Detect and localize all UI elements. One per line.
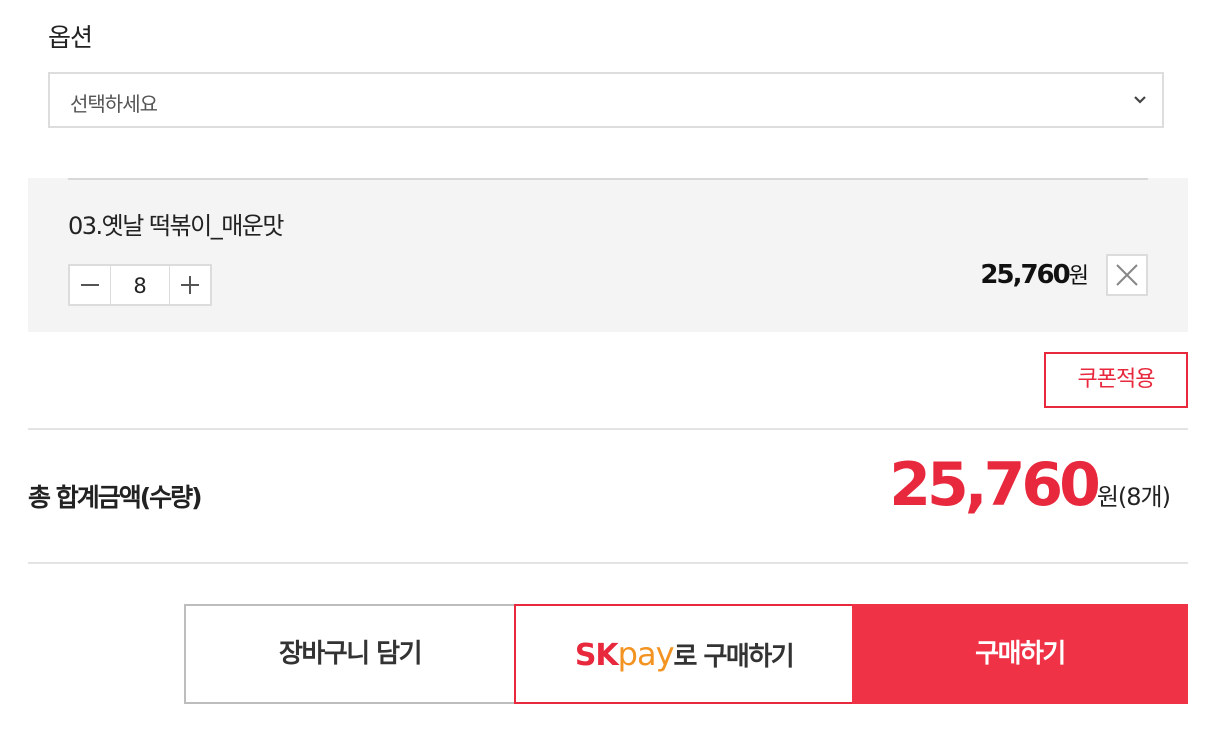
buy-now-button[interactable]: 구매하기	[852, 604, 1188, 704]
option-select[interactable]: 선택하세요	[48, 72, 1164, 128]
remove-item-button[interactable]	[1106, 254, 1148, 296]
add-to-cart-button[interactable]: 장바구니 담기	[184, 604, 516, 704]
quantity-increase-button[interactable]	[169, 266, 210, 304]
selected-item-name: 03.옛날 떡볶이_매운맛	[68, 212, 284, 240]
total-amount-value: 25,760	[889, 450, 1101, 520]
skpay-purchase-button[interactable]: SKpay로 구매하기	[514, 604, 854, 704]
option-select-placeholder: 선택하세요	[70, 92, 158, 116]
quantity-input[interactable]: 8	[111, 266, 169, 304]
total-quantity: (8개)	[1117, 483, 1171, 511]
total-label: 총 합계금액(수량)	[28, 483, 203, 512]
close-icon	[1116, 264, 1138, 286]
total-amount-unit: 원	[1096, 483, 1119, 511]
plus-icon	[181, 276, 199, 294]
selected-item-panel: 03.옛날 떡볶이_매운맛 8 25,760원	[28, 178, 1188, 332]
skpay-button-label: 로 구매하기	[673, 642, 795, 672]
chevron-down-icon	[1134, 96, 1146, 104]
divider	[28, 428, 1188, 430]
apply-coupon-button[interactable]: 쿠폰적용	[1044, 352, 1188, 408]
divider	[68, 178, 1148, 180]
total-amount: 25,760원(8개)	[889, 450, 1171, 520]
item-price: 25,760원	[980, 258, 1089, 290]
minus-icon	[81, 284, 99, 286]
item-price-unit: 원	[1068, 264, 1089, 289]
skpay-logo: SKpay	[574, 635, 675, 673]
quantity-stepper: 8	[68, 264, 212, 306]
option-label: 옵션	[48, 23, 93, 52]
quantity-decrease-button[interactable]	[70, 266, 111, 304]
divider	[28, 562, 1188, 564]
item-price-value: 25,760	[980, 260, 1070, 290]
